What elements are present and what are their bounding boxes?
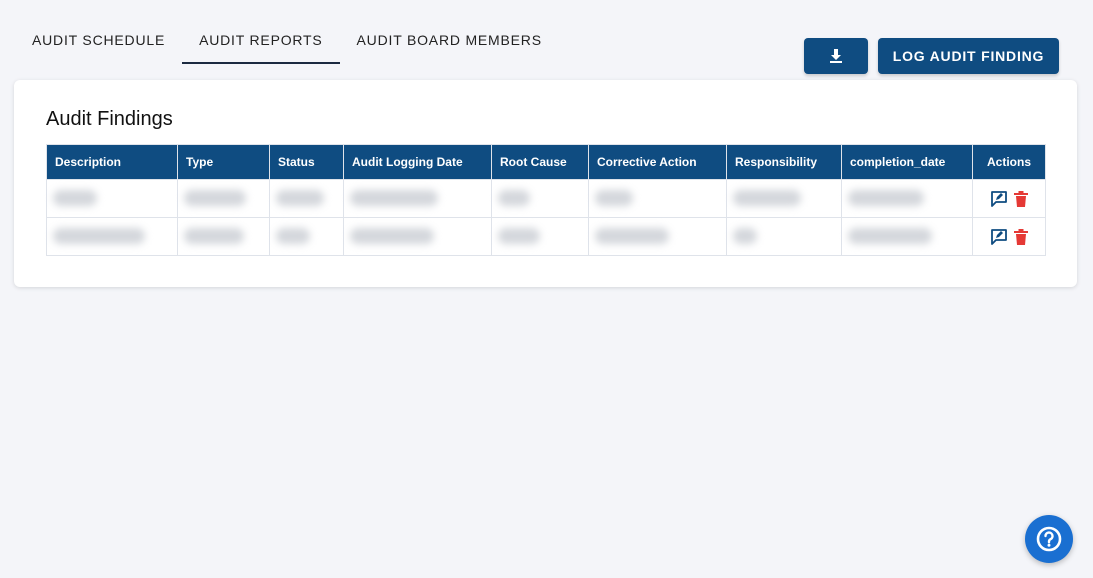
table-row	[46, 179, 1046, 218]
cell-status	[269, 179, 344, 218]
col-responsibility: Responsibility	[726, 144, 842, 180]
cell-root-cause	[491, 217, 589, 256]
tab-bar: AUDIT SCHEDULE AUDIT REPORTS AUDIT BOARD…	[15, 20, 559, 64]
cell-type	[177, 179, 270, 218]
redacted-text	[276, 190, 324, 207]
tab-audit-schedule[interactable]: AUDIT SCHEDULE	[15, 20, 182, 64]
cell-type	[177, 217, 270, 256]
cell-responsibility	[726, 217, 842, 256]
redacted-text	[350, 190, 438, 207]
cell-corrective-action	[588, 179, 727, 218]
redacted-text	[595, 228, 669, 245]
col-status: Status	[269, 144, 344, 180]
cell-completion-date	[841, 217, 973, 256]
col-corrective-action: Corrective Action	[588, 144, 727, 180]
col-actions: Actions	[972, 144, 1046, 180]
table-row	[46, 217, 1046, 256]
log-audit-finding-button[interactable]: LOG AUDIT FINDING	[878, 38, 1059, 74]
tab-audit-reports[interactable]: AUDIT REPORTS	[182, 20, 340, 64]
tab-audit-board-members[interactable]: AUDIT BOARD MEMBERS	[340, 20, 559, 64]
col-root-cause: Root Cause	[491, 144, 589, 180]
redacted-text	[498, 228, 540, 245]
redacted-text	[184, 228, 244, 245]
redacted-text	[733, 228, 757, 245]
question-circle-icon	[1036, 526, 1062, 552]
feedback-edit-icon[interactable]	[989, 227, 1009, 247]
help-button[interactable]	[1025, 515, 1073, 563]
cell-description	[46, 179, 178, 218]
download-icon	[830, 49, 842, 63]
cell-status	[269, 217, 344, 256]
card-title: Audit Findings	[46, 108, 173, 130]
cell-actions	[972, 217, 1046, 256]
cell-corrective-action	[588, 217, 727, 256]
table-header-row: Description Type Status Audit Logging Da…	[46, 144, 1046, 180]
cell-completion-date	[841, 179, 973, 218]
cell-audit-logging-date	[343, 217, 492, 256]
cell-description	[46, 217, 178, 256]
redacted-text	[498, 190, 530, 207]
redacted-text	[848, 228, 932, 245]
col-completion-date: completion_date	[841, 144, 973, 180]
redacted-text	[733, 190, 801, 207]
audit-findings-card: Audit Findings Description Type Status A…	[14, 80, 1077, 287]
download-button[interactable]	[804, 38, 868, 74]
cell-root-cause	[491, 179, 589, 218]
delete-icon[interactable]	[1013, 228, 1029, 246]
col-audit-logging-date: Audit Logging Date	[343, 144, 492, 180]
redacted-text	[184, 190, 246, 207]
redacted-text	[276, 228, 310, 245]
redacted-text	[53, 228, 145, 245]
feedback-edit-icon[interactable]	[989, 189, 1009, 209]
delete-icon[interactable]	[1013, 190, 1029, 208]
col-description: Description	[46, 144, 178, 180]
audit-findings-table: Description Type Status Audit Logging Da…	[46, 144, 1046, 256]
cell-audit-logging-date	[343, 179, 492, 218]
col-type: Type	[177, 144, 270, 180]
cell-responsibility	[726, 179, 842, 218]
cell-actions	[972, 179, 1046, 218]
redacted-text	[595, 190, 633, 207]
redacted-text	[350, 228, 434, 245]
redacted-text	[53, 190, 97, 207]
redacted-text	[848, 190, 924, 207]
